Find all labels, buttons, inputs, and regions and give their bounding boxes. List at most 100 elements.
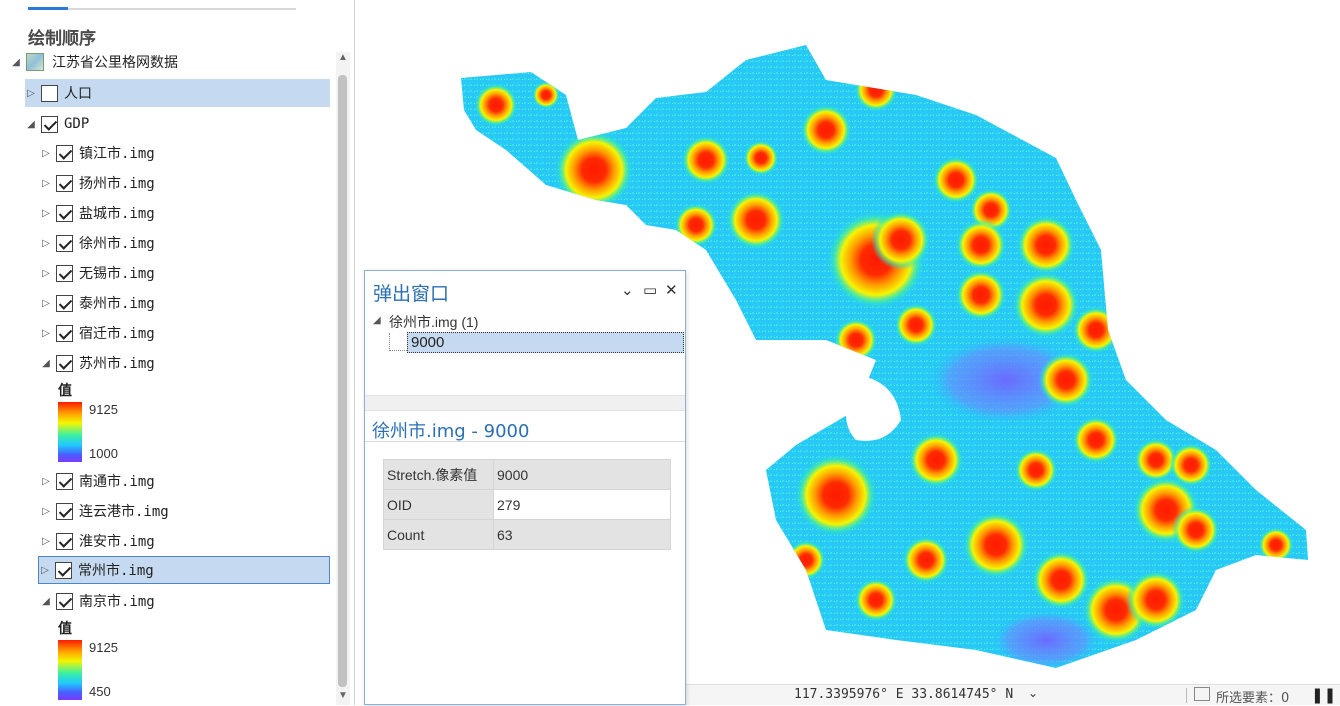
layer-visibility-checkbox[interactable] — [56, 502, 73, 520]
popup-title: 弹出窗口 — [373, 283, 450, 305]
layer-label: 淮安市.img — [79, 534, 155, 550]
coordinate-format-chevron-icon[interactable]: ⌄ — [1028, 686, 1038, 700]
layer-item-lianyungang[interactable]: ▷ 连云港市.img — [40, 497, 169, 525]
layer-visibility-checkbox[interactable] — [41, 115, 58, 133]
layer-label: 南通市.img — [79, 474, 155, 490]
status-bar: 117.3395976° E 33.8614745° N ⌄ 所选要素：0 ❚❚ — [686, 684, 1340, 706]
legend-min-value: 450 — [89, 684, 111, 699]
popup-layer-entry[interactable]: 徐州市.img (1) — [389, 312, 478, 332]
layer-visibility-checkbox[interactable] — [56, 324, 73, 342]
collapse-arrow-icon[interactable]: ◢ — [373, 315, 381, 326]
layer-item-yancheng[interactable]: ▷ 盐城市.img — [40, 199, 155, 227]
expand-arrow-icon[interactable]: ▷ — [40, 268, 52, 279]
layer-visibility-checkbox[interactable] — [41, 84, 58, 102]
layer-group-gdp[interactable]: ◢ GDP — [25, 110, 89, 138]
field-name: Count — [383, 519, 494, 550]
collapse-arrow-icon[interactable]: ◢ — [10, 57, 22, 68]
legend-title: 值 — [58, 383, 72, 399]
field-value: 279 — [493, 489, 671, 520]
layer-label: 镇江市.img — [79, 146, 155, 162]
layer-label: 宿迁市.img — [79, 326, 155, 342]
collapse-arrow-icon[interactable]: ◢ — [40, 358, 52, 369]
legend-title: 值 — [58, 621, 72, 637]
expand-arrow-icon[interactable]: ▷ — [39, 565, 51, 576]
layer-item-huaian[interactable]: ▷ 淮安市.img — [40, 527, 155, 555]
contents-pane: 绘制顺序 ▲ ▼ ◢ 江苏省公里格网数据 ▷ 人口 ◢ GDP ▷ 镇江市.im… — [0, 0, 355, 705]
expand-arrow-icon[interactable]: ▷ — [40, 328, 52, 339]
layer-visibility-checkbox[interactable] — [56, 532, 73, 550]
layer-visibility-checkbox[interactable] — [56, 472, 73, 490]
collapse-arrow-icon[interactable]: ◢ — [40, 596, 52, 607]
legend-max-value: 9125 — [89, 640, 118, 655]
drawing-order-title: 绘制顺序 — [28, 29, 96, 49]
layer-label: 扬州市.img — [79, 176, 155, 192]
cursor-coordinates: 117.3395976° E 33.8614745° N — [794, 687, 1014, 702]
map-name: 江苏省公里格网数据 — [52, 55, 178, 71]
legend-max-value: 9125 — [89, 402, 118, 417]
pause-drawing-icon[interactable]: ❚❚ — [1311, 686, 1336, 704]
layer-item-population[interactable]: ▷ 人口 — [25, 79, 330, 107]
maximize-icon[interactable]: ▭ — [643, 281, 657, 299]
layer-visibility-checkbox[interactable] — [56, 264, 73, 282]
layer-visibility-checkbox[interactable] — [56, 592, 73, 610]
toc-scrollbar-thumb[interactable] — [338, 75, 347, 687]
attribute-table: Stretch.像素值 9000 OID 279 Count 63 — [383, 459, 671, 550]
table-row: Count 63 — [383, 519, 671, 550]
layer-item-suzhou[interactable]: ◢ 苏州市.img — [40, 349, 155, 377]
layer-item-yangzhou[interactable]: ▷ 扬州市.img — [40, 169, 155, 197]
layer-label: 泰州市.img — [79, 296, 155, 312]
layer-label: 无锡市.img — [79, 266, 155, 282]
expand-arrow-icon[interactable]: ▷ — [40, 298, 52, 309]
layer-visibility-checkbox[interactable] — [56, 294, 73, 312]
layer-item-wuxi[interactable]: ▷ 无锡市.img — [40, 259, 155, 287]
expand-arrow-icon[interactable]: ▷ — [40, 536, 52, 547]
layer-label: 徐州市.img — [79, 236, 155, 252]
chevron-down-icon[interactable]: ⌄ — [621, 281, 634, 299]
layer-visibility-checkbox[interactable] — [56, 234, 73, 252]
tree-connector — [389, 333, 407, 351]
layer-label: 常州市.img — [78, 563, 154, 579]
layer-label: 苏州市.img — [79, 356, 155, 372]
expand-arrow-icon[interactable]: ▷ — [40, 148, 52, 159]
layer-visibility-checkbox[interactable] — [55, 561, 72, 579]
layer-visibility-checkbox[interactable] — [56, 204, 73, 222]
layer-item-nanjing[interactable]: ◢ 南京市.img — [40, 587, 155, 615]
layer-item-xuzhou[interactable]: ▷ 徐州市.img — [40, 229, 155, 257]
selection-icon[interactable] — [1194, 687, 1210, 701]
detail-divider — [365, 441, 685, 442]
legend-min-value: 1000 — [89, 446, 118, 461]
popup-window[interactable]: 弹出窗口 ⌄ ▭ ✕ ◢ 徐州市.img (1) 9000 徐州市.img - … — [364, 270, 686, 705]
map-root-item[interactable]: ◢ 江苏省公里格网数据 — [10, 48, 178, 76]
expand-arrow-icon[interactable]: ▷ — [40, 178, 52, 189]
field-value: 63 — [493, 519, 671, 550]
close-icon[interactable]: ✕ — [665, 281, 678, 299]
layer-label: 南京市.img — [79, 594, 155, 610]
color-ramp — [58, 402, 82, 462]
layer-item-zhenjiang[interactable]: ▷ 镇江市.img — [40, 139, 155, 167]
layer-item-changzhou[interactable]: ▷ 常州市.img — [38, 556, 330, 584]
scroll-down-icon[interactable]: ▼ — [338, 690, 348, 701]
status-separator — [1186, 688, 1187, 703]
layer-item-nantong[interactable]: ▷ 南通市.img — [40, 467, 155, 495]
layer-visibility-checkbox[interactable] — [56, 144, 73, 162]
expand-arrow-icon[interactable]: ▷ — [40, 208, 52, 219]
field-name: Stretch.像素值 — [383, 459, 494, 490]
layer-label: 人口 — [64, 86, 92, 102]
popup-splitter[interactable] — [365, 395, 685, 411]
expand-arrow-icon[interactable]: ▷ — [40, 476, 52, 487]
layer-label: 连云港市.img — [79, 504, 169, 520]
table-row: Stretch.像素值 9000 — [383, 459, 671, 490]
layer-label: GDP — [64, 116, 90, 132]
layer-item-suqian[interactable]: ▷ 宿迁市.img — [40, 319, 155, 347]
expand-arrow-icon[interactable]: ▷ — [40, 506, 52, 517]
pane-tab-strip[interactable] — [28, 7, 296, 10]
scroll-up-icon[interactable]: ▲ — [338, 52, 348, 63]
layer-visibility-checkbox[interactable] — [56, 174, 73, 192]
expand-arrow-icon[interactable]: ▷ — [25, 88, 37, 99]
active-tab-indicator — [28, 7, 68, 10]
collapse-arrow-icon[interactable]: ◢ — [25, 119, 37, 130]
layer-item-taizhou[interactable]: ▷ 泰州市.img — [40, 289, 155, 317]
popup-feature-entry[interactable]: 9000 — [407, 332, 684, 353]
expand-arrow-icon[interactable]: ▷ — [40, 238, 52, 249]
layer-visibility-checkbox[interactable] — [56, 354, 73, 372]
